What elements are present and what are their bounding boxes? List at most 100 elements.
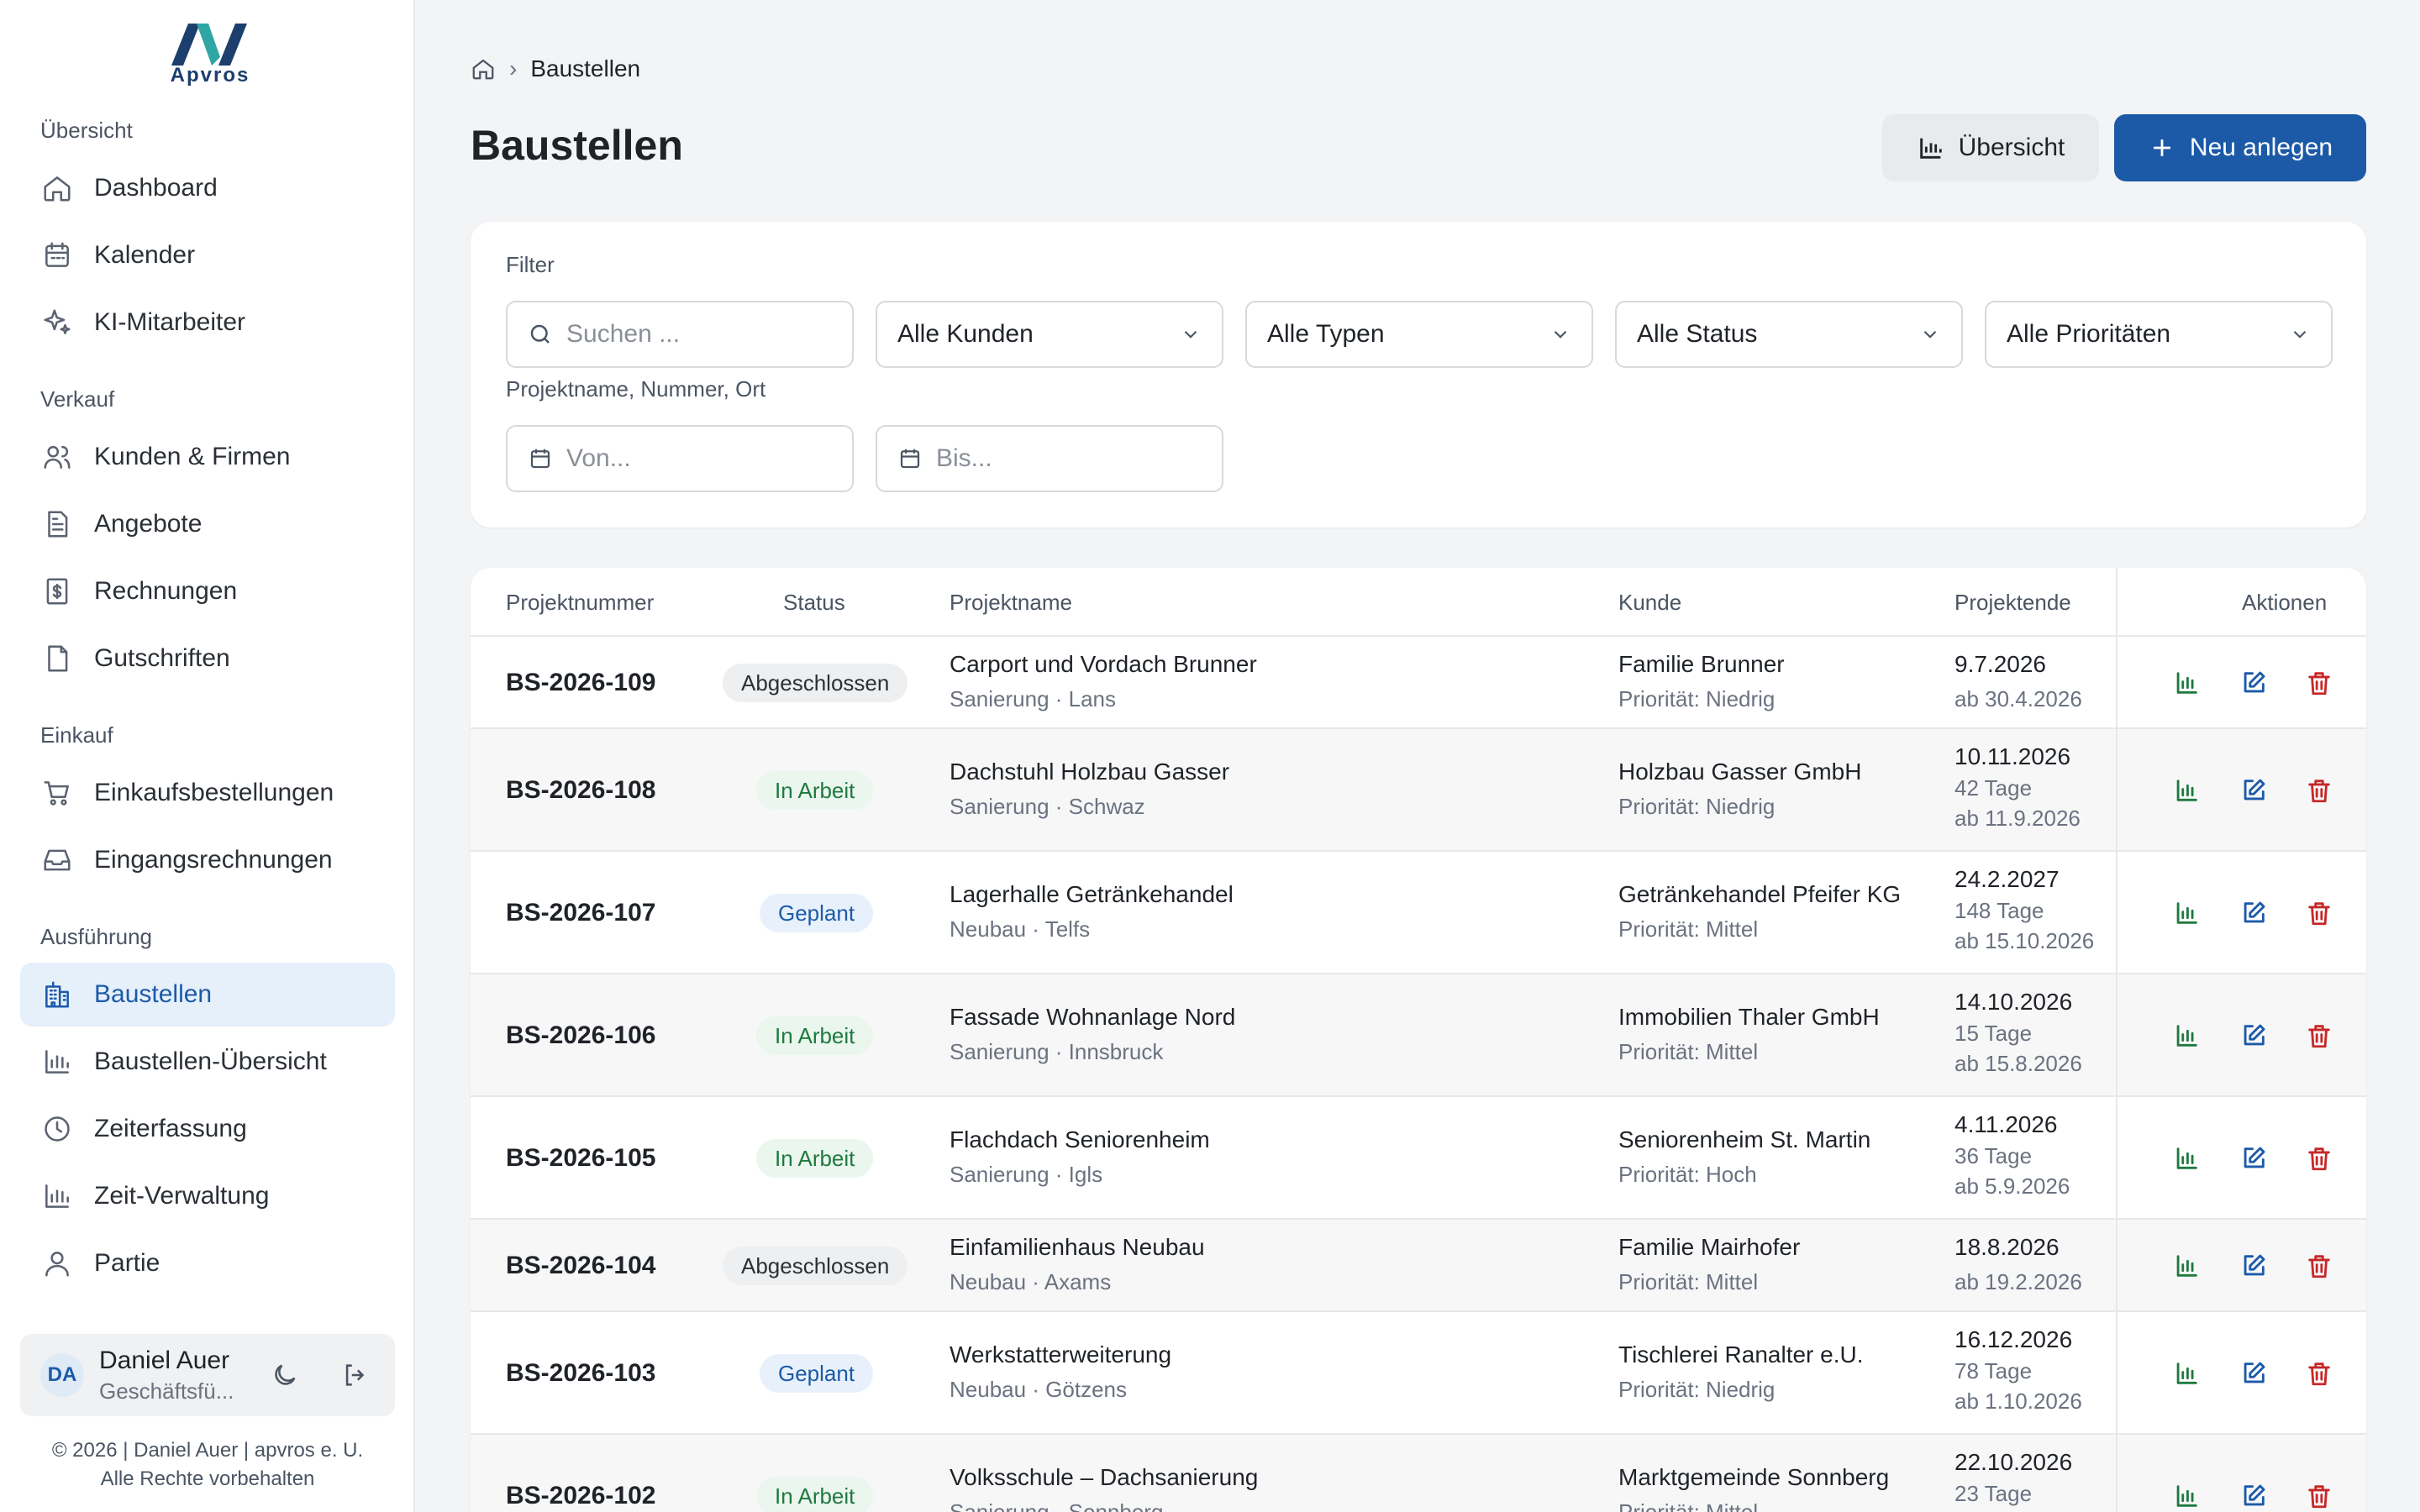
logo[interactable]: Apvros <box>160 17 260 87</box>
trash-icon <box>2308 780 2330 803</box>
user-icon <box>40 1247 74 1280</box>
project-number: BS-2026-107 <box>506 899 656 927</box>
sidebar-item-eingangsrechnungen[interactable]: Eingangsrechnungen <box>20 828 395 892</box>
nav-section-label: Ausführung <box>40 924 152 949</box>
sidebar-item-angebote[interactable]: Angebote <box>20 492 395 556</box>
stats-button[interactable] <box>2170 1249 2203 1283</box>
delete-button[interactable] <box>2302 1019 2336 1053</box>
project-number: BS-2026-109 <box>506 669 656 696</box>
column-header-name[interactable]: Projektname <box>950 590 1072 616</box>
delete-button[interactable] <box>2302 666 2336 700</box>
edit-button[interactable] <box>2237 1142 2270 1175</box>
table-row[interactable]: BS-2026-109 Abgeschlossen Carport und Vord… <box>471 637 2366 729</box>
stats-button[interactable] <box>2170 1357 2203 1390</box>
edit-button[interactable] <box>2237 896 2270 930</box>
delete-button[interactable] <box>2302 1357 2336 1390</box>
project-duration: 148 Tage <box>1954 898 2044 923</box>
search-input[interactable]: Suchen ... <box>506 301 854 368</box>
sidebar-item-baustellen[interactable]: Baustellen <box>20 963 395 1026</box>
date-to-placeholder: Bis... <box>936 444 992 472</box>
project-type-location: Sanierung · Lans <box>950 686 1117 711</box>
home-icon[interactable] <box>471 56 496 81</box>
bar-chart-icon <box>2176 1025 2197 1047</box>
trash-icon <box>2308 1485 2330 1509</box>
sidebar-item-einkaufsbestellungen[interactable]: Einkaufsbestellungen <box>20 761 395 825</box>
table-row[interactable]: BS-2026-104 Abgeschlossen Einfamilienhaus … <box>471 1220 2366 1312</box>
edit-button[interactable] <box>2237 774 2270 807</box>
edit-button[interactable] <box>2237 1479 2270 1512</box>
trash-icon <box>2308 1255 2330 1278</box>
stats-button[interactable] <box>2170 1019 2203 1053</box>
delete-button[interactable] <box>2302 896 2336 930</box>
sidebar-item-zeit-verwaltung[interactable]: Zeit-Verwaltung <box>20 1164 395 1228</box>
project-type-location: Sanierung · Innsbruck <box>950 1039 1164 1064</box>
delete-button[interactable] <box>2302 1479 2336 1512</box>
logo-mark-icon <box>171 24 247 66</box>
sidebar-item-partie[interactable]: Partie <box>20 1231 395 1295</box>
sidebar-item-kalender[interactable]: Kalender <box>20 223 395 287</box>
customer-priority: Priorität: Mittel <box>1618 1499 1759 1512</box>
priority-select-value: Alle Prioritäten <box>2007 320 2171 348</box>
edit-icon <box>2244 779 2265 801</box>
sidebar-item-gutschriften[interactable]: Gutschriften <box>20 627 395 690</box>
table-row[interactable]: BS-2026-105 In Arbeit Flachdach Seniorenhe… <box>471 1097 2366 1220</box>
sidebar-item-kunden-firmen[interactable]: Kunden & Firmen <box>20 425 395 489</box>
sidebar-item-label: Zeiterfassung <box>94 1115 247 1142</box>
delete-button[interactable] <box>2302 1142 2336 1175</box>
delete-button[interactable] <box>2302 774 2336 807</box>
bar-chart-icon <box>2176 1255 2197 1277</box>
stats-button[interactable] <box>2170 1479 2203 1512</box>
sidebar-item-label: Einkaufsbestellungen <box>94 779 334 806</box>
date-from-input[interactable]: Von... <box>506 425 854 492</box>
home-icon <box>40 171 74 205</box>
table-row[interactable]: BS-2026-103 Geplant Werkstatterweiterung Ne… <box>471 1312 2366 1435</box>
users-icon <box>40 440 74 474</box>
table-row[interactable]: BS-2026-107 Geplant Lagerhalle Getränkehan… <box>471 852 2366 974</box>
edit-button[interactable] <box>2237 1249 2270 1283</box>
sidebar-item-dashboard[interactable]: Dashboard <box>20 156 395 220</box>
column-header-status[interactable]: Status <box>783 590 845 616</box>
project-name: Volksschule – Dachsanierung <box>950 1464 1259 1490</box>
column-header-number[interactable]: Projektnummer <box>506 590 654 616</box>
status-select[interactable]: Alle Status <box>1615 301 1963 368</box>
user-role: Geschäftsfü... <box>99 1378 234 1404</box>
table-row[interactable]: BS-2026-106 In Arbeit Fassade Wohnanlage N… <box>471 974 2366 1097</box>
calendar-icon <box>530 449 550 469</box>
overview-button[interactable]: Übersicht <box>1882 114 2099 181</box>
sidebar-item-label: Dashboard <box>94 174 218 202</box>
stats-button[interactable] <box>2170 1142 2203 1175</box>
project-end-date: 18.8.2026 <box>1954 1234 2060 1260</box>
user-card[interactable]: DA Daniel Auer Geschäftsfü... <box>20 1334 395 1416</box>
customer-select[interactable]: Alle Kunden <box>876 301 1223 368</box>
stats-button[interactable] <box>2170 666 2203 700</box>
sidebar-item-rechnungen[interactable]: Rechnungen <box>20 559 395 623</box>
column-header-end[interactable]: Projektende <box>1954 590 2071 616</box>
type-select-value: Alle Typen <box>1267 320 1385 348</box>
dark-mode-toggle[interactable] <box>266 1356 304 1394</box>
date-to-input[interactable]: Bis... <box>876 425 1223 492</box>
project-type-location: Sanierung · Sonnberg <box>950 1499 1164 1512</box>
sidebar-item-baustellen-übersicht[interactable]: Baustellen-Übersicht <box>20 1030 395 1094</box>
column-header-customer[interactable]: Kunde <box>1618 590 1681 616</box>
table-row[interactable]: BS-2026-102 In Arbeit Volksschule – Dachsa… <box>471 1435 2366 1512</box>
stats-button[interactable] <box>2170 774 2203 807</box>
stats-button[interactable] <box>2170 896 2203 930</box>
customer-priority: Priorität: Mittel <box>1618 1039 1759 1064</box>
status-badge: In Arbeit <box>756 771 874 810</box>
edit-button[interactable] <box>2237 666 2270 700</box>
edit-button[interactable] <box>2237 1019 2270 1053</box>
breadcrumb-current: Baustellen <box>530 55 641 81</box>
trash-icon <box>2308 1025 2330 1048</box>
customer-priority: Priorität: Niedrig <box>1618 794 1776 819</box>
sidebar-item-ki-mitarbeiter[interactable]: KI-Mitarbeiter <box>20 291 395 354</box>
logout-button[interactable] <box>336 1356 375 1394</box>
bar-chart-icon <box>2176 902 2197 924</box>
sidebar-item-zeiterfassung[interactable]: Zeiterfassung <box>20 1097 395 1161</box>
type-select[interactable]: Alle Typen <box>1245 301 1593 368</box>
delete-button[interactable] <box>2302 1249 2336 1283</box>
priority-select[interactable]: Alle Prioritäten <box>1985 301 2333 368</box>
customer-name: Immobilien Thaler GmbH <box>1618 1004 1880 1030</box>
table-row[interactable]: BS-2026-108 In Arbeit Dachstuhl Holzbau Ga… <box>471 729 2366 852</box>
edit-button[interactable] <box>2237 1357 2270 1390</box>
new-button[interactable]: Neu anlegen <box>2114 114 2366 181</box>
